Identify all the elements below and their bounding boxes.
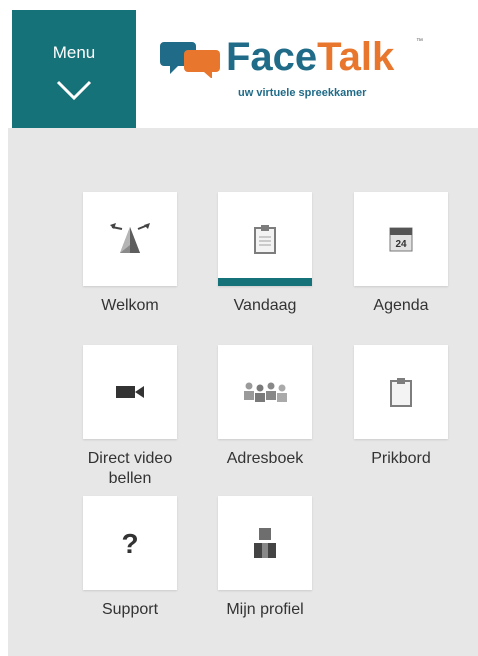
tile-adresboek[interactable]: Adresboek — [200, 345, 330, 469]
tile-vandaag-box[interactable] — [218, 192, 312, 286]
logo-face-text: Face — [226, 35, 318, 79]
welcome-icon — [110, 223, 150, 253]
tile-mijn-profiel-label: Mijn profiel — [226, 601, 304, 618]
tile-adresboek-box[interactable] — [218, 345, 312, 439]
chevron-down-icon — [56, 80, 92, 100]
tile-prikbord-label: Prikbord — [371, 450, 431, 467]
active-tile-indicator — [218, 278, 312, 286]
clipboard-icon — [390, 378, 412, 407]
tile-prikbord[interactable]: Prikbord — [336, 345, 466, 469]
tile-support[interactable]: ? Support — [65, 496, 195, 620]
tile-welkom-label: Welkom — [101, 297, 159, 314]
video-camera-icon — [116, 386, 144, 398]
contacts-icon — [244, 382, 287, 402]
tile-agenda-label: Agenda — [373, 297, 429, 314]
svg-text:?: ? — [121, 528, 138, 558]
tile-mijn-profiel-box[interactable] — [218, 496, 312, 590]
tile-vandaag[interactable]: Vandaag — [200, 192, 330, 316]
clipboard-icon — [254, 225, 276, 254]
user-profile-icon — [254, 528, 276, 558]
tile-prikbord-box[interactable] — [354, 345, 448, 439]
logo-tagline: uw virtuele spreekkamer — [238, 87, 367, 99]
tile-support-label: Support — [101, 601, 159, 618]
tile-adresboek-label: Adresboek — [226, 450, 304, 467]
tile-support-box[interactable]: ? — [83, 496, 177, 590]
menu-button[interactable]: Menu — [12, 10, 136, 128]
tile-direct-video-bellen-label: Direct video bellen — [87, 450, 173, 487]
calendar-icon: 24 — [389, 227, 413, 252]
page: Menu FaceTalk ™ uw virtuele spreekkamer — [0, 0, 478, 656]
tile-direct-video-bellen-box[interactable] — [83, 345, 177, 439]
dashboard-grid: Welkom Vandaag 24 Agenda Direct video be… — [8, 128, 478, 656]
tile-welkom-box[interactable] — [83, 192, 177, 286]
logo-trademark: ™ — [416, 38, 423, 45]
logo-talk-text: Talk — [317, 35, 395, 79]
tile-direct-video-bellen[interactable]: Direct video bellen — [65, 345, 195, 489]
tile-welkom[interactable]: Welkom — [65, 192, 195, 316]
tile-mijn-profiel[interactable]: Mijn profiel — [200, 496, 330, 620]
chat-bubbles-logo-icon — [160, 42, 220, 78]
tile-agenda-box[interactable]: 24 — [354, 192, 448, 286]
menu-label: Menu — [52, 43, 96, 62]
calendar-day-text: 24 — [395, 239, 407, 250]
tile-agenda[interactable]: 24 Agenda — [336, 192, 466, 316]
logo-wordmark: FaceTalk — [226, 34, 394, 80]
tile-vandaag-label: Vandaag — [233, 297, 297, 314]
facetalk-logo: FaceTalk ™ uw virtuele spreekkamer — [160, 34, 430, 104]
question-icon: ? — [121, 528, 138, 558]
header: Menu FaceTalk ™ uw virtuele spreekkamer — [0, 0, 478, 128]
